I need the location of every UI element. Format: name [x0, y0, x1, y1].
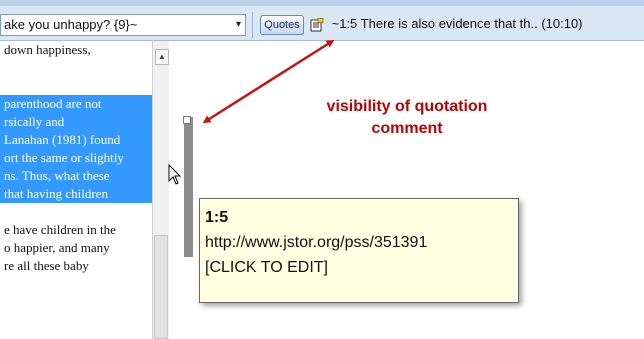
tooltip-quote-id: 1:5	[205, 209, 229, 226]
quotation-comment-tooltip[interactable]: 1:5 http://www.jstor.org/pss/351391 [CLI…	[199, 198, 519, 303]
mouse-cursor-icon	[168, 164, 182, 185]
tooltip-edit-link[interactable]: [CLICK TO EDIT]	[205, 255, 518, 280]
tooltip-url: http://www.jstor.org/pss/351391	[205, 234, 428, 251]
